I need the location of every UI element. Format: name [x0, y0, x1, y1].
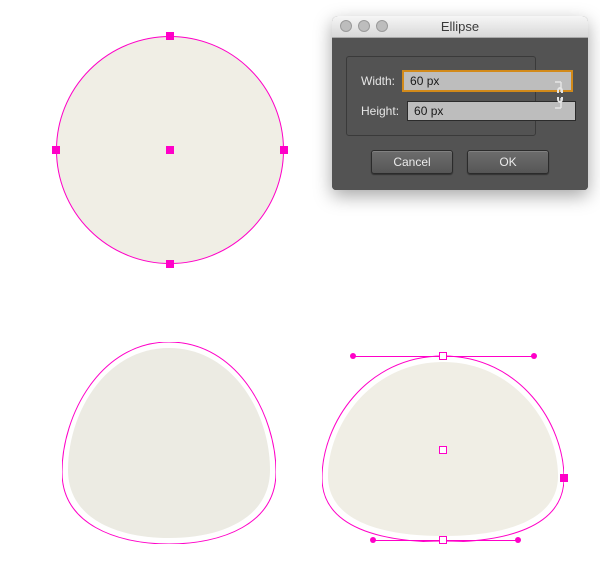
- window-controls[interactable]: [340, 20, 388, 32]
- height-row: Height:: [361, 101, 521, 121]
- cancel-button[interactable]: Cancel: [371, 150, 453, 174]
- close-icon[interactable]: [340, 20, 352, 32]
- direction-handle-bottom-left[interactable]: [370, 537, 376, 543]
- width-row: Width:: [361, 71, 521, 91]
- dimension-group: Width: Height:: [346, 56, 536, 136]
- anchor-bottom-right-egg[interactable]: [439, 536, 447, 544]
- minimize-icon[interactable]: [358, 20, 370, 32]
- width-input[interactable]: [403, 71, 572, 91]
- dialog-body: Width: Height: Cancel OK: [332, 38, 588, 190]
- ellipse-dialog: Ellipse Width: Height: Cancel OK: [332, 16, 588, 190]
- zoom-icon[interactable]: [376, 20, 388, 32]
- width-label: Width:: [361, 74, 395, 88]
- height-label: Height:: [361, 104, 399, 118]
- dialog-buttons: Cancel OK: [346, 150, 574, 174]
- anchor-top-right-egg[interactable]: [439, 352, 447, 360]
- anchor-right[interactable]: [280, 146, 288, 154]
- ok-button[interactable]: OK: [467, 150, 549, 174]
- direction-handle-top-left[interactable]: [350, 353, 356, 359]
- anchor-top[interactable]: [166, 32, 174, 40]
- center-point[interactable]: [166, 146, 174, 154]
- anchor-left[interactable]: [52, 146, 60, 154]
- anchor-bottom[interactable]: [166, 260, 174, 268]
- direction-handle-bottom-right[interactable]: [515, 537, 521, 543]
- dialog-title: Ellipse: [441, 19, 479, 34]
- center-point-right-egg[interactable]: [439, 446, 447, 454]
- direction-handle-top-right[interactable]: [531, 353, 537, 359]
- anchor-right-right-egg[interactable]: [560, 474, 568, 482]
- dialog-titlebar[interactable]: Ellipse: [332, 16, 588, 38]
- egg-left-selection-outline[interactable]: [62, 342, 276, 544]
- constrain-proportions-icon[interactable]: [550, 78, 570, 112]
